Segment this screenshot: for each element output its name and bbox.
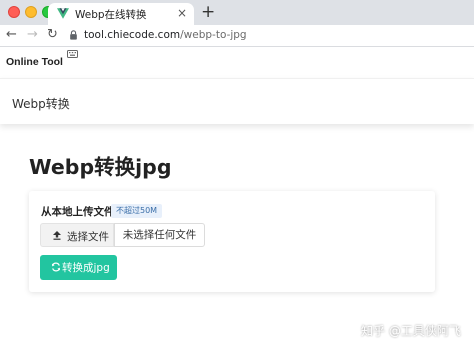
new-tab-button[interactable]: + [201,2,215,22]
size-limit-badge: 不超过50M [111,204,163,218]
close-window-button[interactable] [8,6,20,18]
address-bar[interactable]: tool.chiecode.com/webp-to-jpg [84,28,247,42]
forward-arrow-icon[interactable]: → [27,27,38,43]
back-arrow-icon[interactable]: ← [6,27,17,43]
browser-tab[interactable]: Webp在线转换 × [48,3,194,25]
choose-file-label: 选择文件 [67,231,109,243]
upload-card: 从本地上传文件 不超过50M 选择文件 未选择任何文件 转换成jpg [29,191,435,292]
browser-tab-bar: Webp在线转换 × + [0,0,474,25]
keyboard-icon [67,50,78,58]
watermark-text: 知乎 @工具侠阿飞 [361,324,461,338]
nav-bar: Webp转换 [0,78,474,124]
browser-toolbar: ← → ↻ tool.chiecode.com/webp-to-jpg [0,25,474,47]
url-path: /webp-to-jpg [180,29,247,41]
choose-file-button[interactable]: 选择文件 [40,223,114,247]
file-name-field[interactable]: 未选择任何文件 [114,223,205,247]
tab-title: Webp在线转换 [75,9,147,21]
convert-to-jpg-button[interactable]: 转换成jpg [40,255,117,280]
vue-logo-icon [57,8,69,19]
reload-icon[interactable]: ↻ [47,27,58,43]
brand-title[interactable]: Online Tool [6,56,63,68]
tab-close-icon[interactable]: × [177,6,187,20]
lock-icon[interactable] [69,30,78,40]
nav-item-webp-convert[interactable]: Webp转换 [12,95,70,112]
upload-label: 从本地上传文件 [41,206,115,218]
page-title: Webp转换jpg [29,155,172,179]
minimize-window-button[interactable] [25,6,37,18]
refresh-icon [52,262,60,272]
url-host: tool.chiecode.com [84,29,181,41]
upload-icon [53,231,61,240]
app-header: Online Tool [0,47,474,78]
convert-button-label: 转换成jpg [62,262,110,274]
